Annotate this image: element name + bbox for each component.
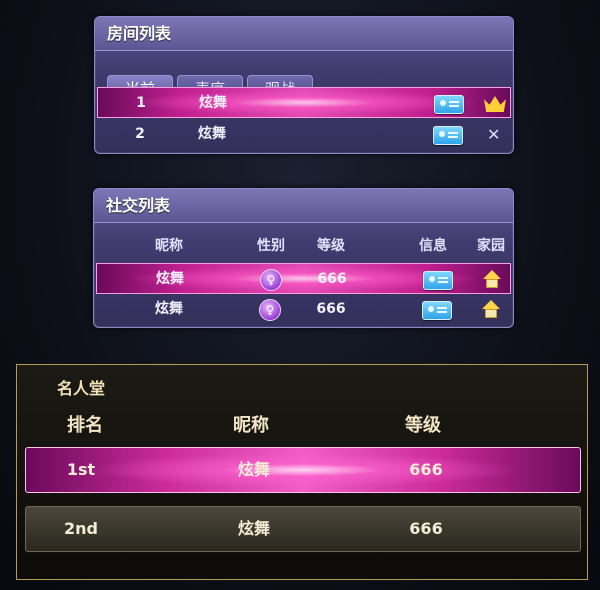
social-row[interactable]: 炫舞 ♀ 666 <box>96 263 511 294</box>
room-row-name: 炫舞 <box>198 126 226 142</box>
close-icon[interactable]: ✕ <box>487 125 500 144</box>
message-icon[interactable] <box>423 271 453 290</box>
hall-row-first[interactable]: 1st 炫舞 666 <box>25 447 581 493</box>
home-icon[interactable] <box>483 270 501 288</box>
social-row-level: 666 <box>317 271 347 287</box>
hall-row-name: 炫舞 <box>237 460 270 479</box>
hall-row-level: 666 <box>409 460 443 479</box>
hall-row-second[interactable]: 2nd 炫舞 666 <box>25 506 581 552</box>
female-icon: ♀ <box>259 299 281 321</box>
room-list-panel: 房间列表 当前 麦序 观战 1 炫舞 2 炫舞 ✕ <box>94 16 514 154</box>
room-row-index: 2 <box>135 126 145 142</box>
crown-icon <box>484 96 506 112</box>
room-row[interactable]: 2 炫舞 ✕ <box>97 119 511 150</box>
room-row-name: 炫舞 <box>199 95 227 111</box>
social-row-level: 666 <box>316 301 346 317</box>
header-level: 等级 <box>317 238 345 254</box>
room-row-index: 1 <box>136 95 146 111</box>
hall-row-rank: 2nd <box>64 519 98 538</box>
header-info: 信息 <box>419 238 447 254</box>
social-row[interactable]: 炫舞 ♀ 666 <box>96 294 511 325</box>
social-row-name: 炫舞 <box>155 301 183 317</box>
social-row-name: 炫舞 <box>156 271 184 287</box>
header-level: 等级 <box>405 415 441 436</box>
header-gender: 性别 <box>257 238 285 254</box>
message-icon[interactable] <box>433 126 463 145</box>
message-icon[interactable] <box>422 301 452 320</box>
home-icon[interactable] <box>482 300 500 318</box>
room-row[interactable]: 1 炫舞 <box>97 87 511 118</box>
hall-of-fame-title: 名人堂 <box>57 379 106 398</box>
hall-row-rank: 1st <box>66 460 96 479</box>
social-list-title: 社交列表 <box>94 189 513 223</box>
room-list-title: 房间列表 <box>95 17 513 51</box>
header-family: 家园 <box>477 238 505 254</box>
hall-row-level: 666 <box>409 519 443 538</box>
hall-row-name: 炫舞 <box>237 519 270 538</box>
message-icon[interactable] <box>434 95 464 114</box>
social-list-panel: 社交列表 昵称 性别 等级 信息 家园 炫舞 ♀ 666 炫舞 ♀ 666 <box>93 188 514 328</box>
hall-of-fame-panel: 名人堂 排名 昵称 等级 1st 炫舞 666 2nd 炫舞 666 <box>16 364 588 580</box>
header-rank: 排名 <box>67 415 103 436</box>
header-nickname: 昵称 <box>233 415 269 436</box>
female-icon: ♀ <box>260 269 282 291</box>
header-nickname: 昵称 <box>155 238 183 254</box>
